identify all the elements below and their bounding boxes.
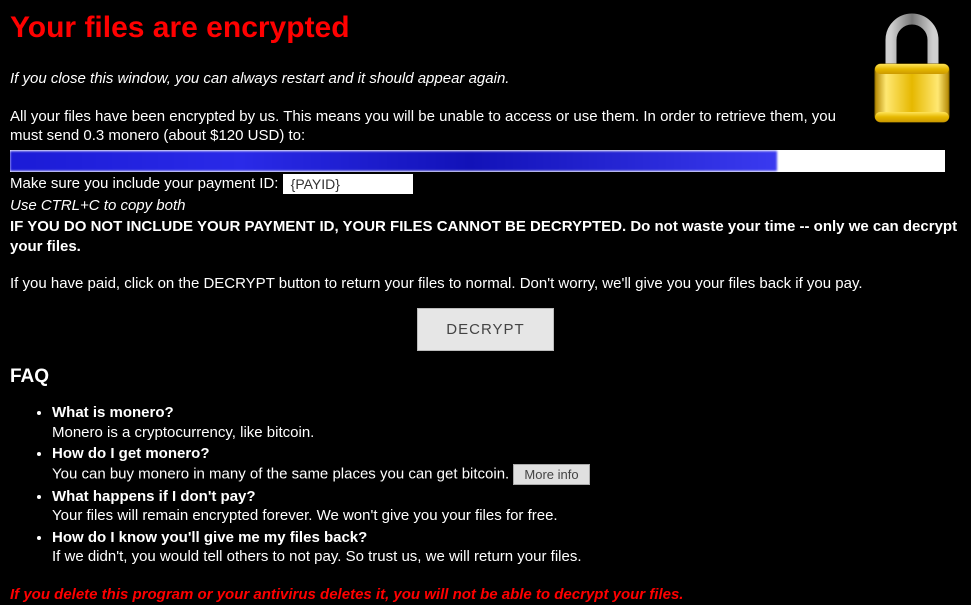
delete-warning: If you delete this program or your antiv…: [10, 585, 961, 605]
payid-prefix: Make sure you include your payment ID:: [10, 175, 283, 192]
paid-instruction: If you have paid, click on the DECRYPT b…: [10, 274, 961, 294]
monero-address-field[interactable]: [10, 150, 945, 172]
encrypted-message: All your files have been encrypted by us…: [10, 107, 961, 146]
lock-icon: [869, 6, 955, 126]
payment-id-warning: IF YOU DO NOT INCLUDE YOUR PAYMENT ID, Y…: [10, 217, 961, 256]
faq-answer: You can buy monero in many of the same p…: [52, 465, 509, 482]
faq-question: What happens if I don't pay?: [52, 488, 256, 505]
more-info-button[interactable]: More info: [513, 464, 589, 485]
page-title: Your files are encrypted: [10, 8, 961, 47]
faq-heading: FAQ: [10, 365, 961, 390]
list-item: How do I know you'll give me my files ba…: [52, 528, 961, 567]
decrypt-button[interactable]: DECRYPT: [417, 308, 553, 351]
restart-note: If you close this window, you can always…: [10, 69, 961, 89]
faq-answer: If we didn't, you would tell others to n…: [52, 548, 582, 565]
faq-question: How do I get monero?: [52, 445, 210, 462]
faq-question: How do I know you'll give me my files ba…: [52, 529, 367, 546]
faq-answer: Your files will remain encrypted forever…: [52, 507, 558, 524]
redacted-address: [10, 151, 777, 171]
list-item: What happens if I don't pay? Your files …: [52, 487, 961, 526]
faq-list: What is monero? Monero is a cryptocurren…: [10, 403, 961, 567]
list-item: How do I get monero? You can buy monero …: [52, 444, 961, 485]
copy-hint: Use CTRL+C to copy both: [10, 196, 961, 216]
faq-question: What is monero?: [52, 404, 174, 421]
payment-id-field[interactable]: {PAYID}: [283, 174, 413, 194]
list-item: What is monero? Monero is a cryptocurren…: [52, 403, 961, 442]
faq-answer: Monero is a cryptocurrency, like bitcoin…: [52, 424, 314, 441]
